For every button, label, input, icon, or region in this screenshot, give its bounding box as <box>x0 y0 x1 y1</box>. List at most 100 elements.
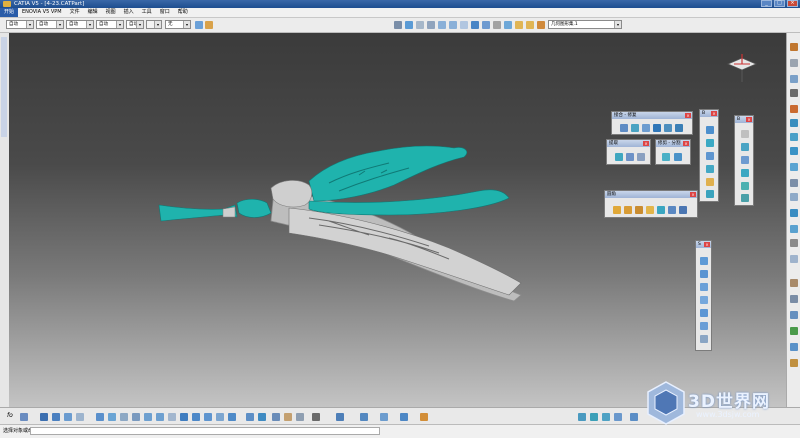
normal-view-icon[interactable] <box>460 21 468 29</box>
normal-bottom-icon[interactable] <box>168 413 176 421</box>
iso-view-icon[interactable] <box>471 21 479 29</box>
multi-section-icon[interactable] <box>741 130 749 138</box>
menu-start[interactable]: 开始 <box>0 8 19 17</box>
rotate-icon[interactable] <box>427 21 435 29</box>
3d-viewport[interactable] <box>9 33 786 407</box>
linewidth-dropdown[interactable]: 自动 ▾ <box>66 20 94 29</box>
plane-icon[interactable] <box>790 105 798 113</box>
transparency-dropdown[interactable]: 自动 ▾ <box>36 20 64 29</box>
define-work-object-icon[interactable] <box>537 21 545 29</box>
shading-bottom-icon[interactable] <box>192 413 200 421</box>
line-icon[interactable] <box>790 89 798 97</box>
redo-icon[interactable] <box>526 21 534 29</box>
disassemble-icon[interactable] <box>664 124 672 132</box>
close-surface-icon[interactable] <box>741 182 749 190</box>
close-icon[interactable]: × <box>711 111 717 116</box>
face-face-fillet-icon[interactable] <box>657 206 665 214</box>
split-surface-icon[interactable] <box>674 153 682 161</box>
menu-view[interactable]: 视图 <box>102 8 120 17</box>
projection-icon[interactable] <box>790 119 798 127</box>
operations-vertical-toolbar[interactable]: B × <box>734 115 754 206</box>
zoom-in-bottom-icon[interactable] <box>144 413 152 421</box>
compass-icon[interactable] <box>724 52 760 82</box>
catalog-icon[interactable] <box>64 413 72 421</box>
analysis-icon[interactable] <box>790 343 798 351</box>
extrapolate-icon[interactable] <box>700 335 708 343</box>
close-icon[interactable]: × <box>746 117 752 122</box>
fill-icon[interactable] <box>706 190 714 198</box>
scaling-icon[interactable] <box>700 296 708 304</box>
connect-check-icon[interactable] <box>614 413 622 421</box>
color-dropdown[interactable]: 自动 ▾ <box>6 20 34 29</box>
fly-icon[interactable] <box>96 413 104 421</box>
point-dropdown[interactable]: 自动 ▾ <box>126 20 144 29</box>
close-icon[interactable]: × <box>704 242 710 247</box>
trim-split-toolbar[interactable]: 修剪 - 分割 × <box>655 139 691 165</box>
menu-insert[interactable]: 插入 <box>120 8 138 17</box>
properties-icon[interactable] <box>205 21 213 29</box>
close-button[interactable]: × <box>787 0 798 7</box>
geometrical-set-dropdown[interactable]: 几何图形集.1 ▾ <box>548 20 622 29</box>
split-icon[interactable] <box>675 124 683 132</box>
painter-icon[interactable] <box>195 21 203 29</box>
layer-name-dropdown[interactable]: 无 ▾ <box>165 20 191 29</box>
hide-show-icon[interactable] <box>493 21 501 29</box>
layer-dropdown[interactable]: ▾ <box>146 20 162 29</box>
point-icon[interactable] <box>790 75 798 83</box>
extrude-icon[interactable] <box>706 126 714 134</box>
comment-icon[interactable] <box>20 413 28 421</box>
pan-icon[interactable] <box>416 21 424 29</box>
swap-bottom-icon[interactable] <box>228 413 236 421</box>
select-icon[interactable] <box>40 413 48 421</box>
affinity-icon[interactable] <box>700 309 708 317</box>
linetype-dropdown[interactable]: 自动 ▾ <box>96 20 124 29</box>
conic-icon[interactable] <box>790 255 798 263</box>
join-heal-toolbar[interactable]: 接合 - 修复 × <box>611 111 693 135</box>
law-icon[interactable] <box>790 327 798 335</box>
swap-space-icon[interactable] <box>504 21 512 29</box>
analysis-bottom-icon[interactable] <box>578 413 586 421</box>
rotate-transform-icon[interactable] <box>700 270 708 278</box>
sketcher-icon[interactable] <box>790 59 798 67</box>
variable-fillet-icon[interactable] <box>635 206 643 214</box>
healing-icon[interactable] <box>631 124 639 132</box>
extract-toolbar[interactable]: 提取 × <box>606 139 651 165</box>
symmetry-icon[interactable] <box>700 283 708 291</box>
menu-window[interactable]: 窗口 <box>156 8 174 17</box>
surfaces-vertical-toolbar[interactable]: B × <box>699 109 719 202</box>
sweep-icon[interactable] <box>706 178 714 186</box>
close-icon[interactable]: × <box>690 192 696 197</box>
apply-material-icon[interactable] <box>360 413 368 421</box>
axis-to-axis-icon[interactable] <box>700 322 708 330</box>
draft-analysis-icon[interactable] <box>602 413 610 421</box>
revolve-icon[interactable] <box>706 139 714 147</box>
sketch-icon[interactable] <box>246 413 254 421</box>
close-icon[interactable]: × <box>685 113 691 118</box>
translate-transform-icon[interactable] <box>700 257 708 265</box>
texture-icon[interactable] <box>380 413 388 421</box>
thickness-icon[interactable] <box>741 169 749 177</box>
edges-icon[interactable] <box>204 413 212 421</box>
menu-enovia[interactable]: ENOVIA V5 VPM <box>18 8 66 17</box>
menu-file[interactable]: 文件 <box>66 8 84 17</box>
boundary-icon[interactable] <box>615 153 623 161</box>
workbench-icon[interactable] <box>790 43 798 51</box>
chordal-fillet-icon[interactable] <box>646 206 654 214</box>
sew-surface-icon[interactable] <box>741 194 749 202</box>
translate-icon[interactable] <box>679 206 687 214</box>
polyline-icon[interactable] <box>790 239 798 247</box>
material-icon[interactable] <box>336 413 344 421</box>
iso-bottom-icon[interactable] <box>180 413 188 421</box>
offset-icon[interactable] <box>706 165 714 173</box>
close-icon[interactable]: × <box>683 141 689 146</box>
sphere-icon[interactable] <box>706 152 714 160</box>
camera-icon[interactable] <box>296 413 304 421</box>
menu-help[interactable]: 帮助 <box>174 8 192 17</box>
render-icon[interactable] <box>312 413 320 421</box>
fillets-toolbar[interactable]: 圆角 × <box>604 190 698 218</box>
helix-icon[interactable] <box>790 193 798 201</box>
pan-bottom-icon[interactable] <box>120 413 128 421</box>
curvature-icon[interactable] <box>590 413 598 421</box>
environment-icon[interactable] <box>400 413 408 421</box>
fit-icon[interactable] <box>108 413 116 421</box>
